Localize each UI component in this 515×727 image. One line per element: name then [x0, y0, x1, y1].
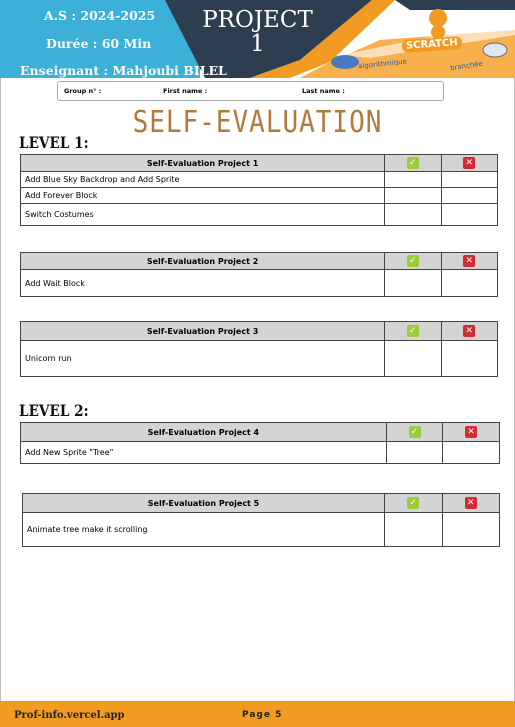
- eval-table-project-1: Self-Evaluation Project 1 ✓ ✕ Add Blue S…: [19, 154, 499, 226]
- cross-icon: ✕: [464, 497, 477, 509]
- project-title-line1: PROJECT: [202, 7, 313, 33]
- cross-cell[interactable]: [440, 340, 499, 377]
- cross-icon: ✕: [463, 255, 476, 267]
- table-row-label: Add Wait Block: [19, 269, 386, 297]
- eval-table-project-3: Self-Evaluation Project 3 ✓ ✕ Unicorn ru…: [19, 321, 499, 377]
- first-name-label: First name :: [163, 87, 208, 95]
- table-header: Self-Evaluation Project 5: [21, 493, 386, 513]
- cross-cell[interactable]: [440, 187, 499, 204]
- level-1-heading: LEVEL 1:: [19, 133, 89, 152]
- table-header: Self-Evaluation Project 1: [19, 154, 386, 172]
- eval-table-project-4: Self-Evaluation Project 4 ✓ ✕ Add New Sp…: [20, 422, 500, 464]
- cross-cell[interactable]: [442, 441, 500, 464]
- project-title: PROJECT 1: [175, 8, 340, 56]
- table-header: Self-Evaluation Project 4: [20, 422, 387, 442]
- table-header: Self-Evaluation Project 2: [19, 252, 386, 270]
- cross-cell[interactable]: [440, 269, 499, 297]
- eval-table-project-2: Self-Evaluation Project 2 ✓ ✕ Add Wait B…: [19, 252, 499, 297]
- table-row-label: Add Blue Sky Backdrop and Add Sprite: [19, 171, 386, 188]
- table-row-label: Unicorn run: [19, 340, 386, 377]
- group-number-label: Group n° :: [64, 87, 102, 95]
- check-cell[interactable]: [384, 340, 442, 377]
- check-cell[interactable]: [384, 203, 442, 226]
- check-cell[interactable]: [384, 187, 442, 204]
- check-cell[interactable]: [385, 441, 444, 464]
- check-cell[interactable]: [384, 512, 443, 547]
- page-number: Page 5: [242, 710, 283, 720]
- duration: Durée : 60 Min: [46, 36, 152, 51]
- school-year: A.S : 2024-2025: [44, 8, 156, 23]
- cross-cell[interactable]: [440, 203, 499, 226]
- table-row-label: Add New Sprite "Tree": [20, 441, 387, 464]
- check-icon: ✓: [408, 426, 421, 438]
- check-icon: ✓: [407, 497, 420, 509]
- cross-icon: ✕: [465, 426, 478, 438]
- table-row-label: Animate tree make it scrolling: [21, 512, 386, 547]
- check-icon: ✓: [406, 325, 419, 337]
- cross-cell[interactable]: [441, 512, 500, 547]
- table-row-label: Add Forever Block: [19, 187, 386, 204]
- project-title-line2: 1: [250, 31, 265, 57]
- check-icon: ✓: [406, 255, 419, 267]
- last-name-label: Last name :: [302, 87, 345, 95]
- cross-icon: ✕: [463, 325, 476, 337]
- cross-icon: ✕: [463, 157, 476, 169]
- student-info-box: Group n° : First name : Last name :: [57, 81, 444, 101]
- footer-site: Prof-info.vercel.app: [14, 710, 125, 721]
- check-cell[interactable]: [384, 269, 442, 297]
- check-cell[interactable]: [384, 171, 442, 188]
- table-row-label: Switch Costumes: [19, 203, 386, 226]
- check-icon: ✓: [406, 157, 419, 169]
- eval-table-project-5: Self-Evaluation Project 5 ✓ ✕ Animate tr…: [21, 493, 500, 547]
- cross-cell[interactable]: [440, 171, 499, 188]
- table-header: Self-Evaluation Project 3: [19, 321, 386, 341]
- teacher-name: Enseignant : Mahjoubi BILEL: [20, 63, 227, 78]
- level-2-heading: LEVEL 2:: [19, 401, 89, 420]
